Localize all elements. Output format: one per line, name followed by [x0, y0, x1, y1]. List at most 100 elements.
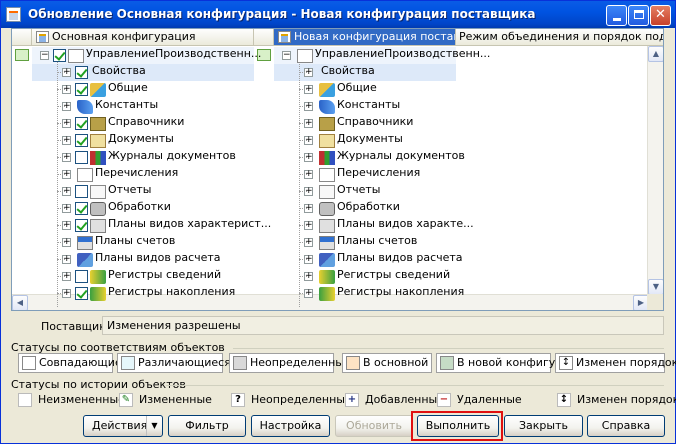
- tree-line: [57, 174, 65, 175]
- info-registers-icon: [90, 270, 106, 284]
- main-config-checkbox[interactable]: [75, 202, 88, 215]
- actions-dropdown-button[interactable]: Действия ▼: [83, 415, 163, 437]
- pencil-icon: ✎: [119, 393, 133, 407]
- match-status-item: Совпадающие: [18, 353, 122, 373]
- main-config-item-label: УправлениеПроизводственн...: [86, 47, 262, 60]
- update-button[interactable]: Обновить: [335, 415, 413, 437]
- new-config-item-label: Общие: [337, 81, 377, 94]
- main-config-checkbox[interactable]: [75, 134, 88, 147]
- main-config-checkbox[interactable]: [75, 270, 88, 283]
- main-config-item-label: Перечисления: [95, 166, 179, 179]
- main-config-checkbox[interactable]: [75, 185, 88, 198]
- close-button[interactable]: Закрыть: [504, 415, 583, 437]
- comparison-tree-grid[interactable]: Основная конфигурация Новая конфигурация…: [11, 28, 664, 311]
- main-config-item-label: Планы счетов: [95, 234, 176, 247]
- tree-line: [299, 106, 307, 107]
- column-merge-mode[interactable]: Режим объединения и порядок подчин: [456, 29, 663, 46]
- new-config-item-label: Отчеты: [337, 183, 381, 196]
- chevron-down-icon: ▼: [146, 416, 162, 436]
- tree-line: [299, 174, 307, 175]
- history-status-label: Измененные: [139, 393, 212, 406]
- close-window-button[interactable]: ✕: [650, 5, 671, 26]
- tree-line: [57, 72, 65, 73]
- tree-line: [57, 106, 65, 107]
- common-icon: [319, 83, 335, 97]
- chart-types-icon: [90, 219, 106, 233]
- highlight-frame: [411, 411, 503, 441]
- enums-icon: [77, 168, 93, 182]
- history-status-label: Добавленные: [365, 393, 444, 406]
- main-config-item-label: Обработки: [108, 200, 171, 213]
- journals-icon: [90, 151, 106, 165]
- help-button[interactable]: Справка: [587, 415, 665, 437]
- main-config-checkbox[interactable]: [75, 151, 88, 164]
- modified-marker-icon: [15, 49, 29, 61]
- calc-types-icon: [77, 253, 93, 267]
- new-config-item-label: Планы видов расчета: [337, 251, 463, 264]
- main-config-item-label: Документы: [108, 132, 174, 145]
- supplier-label: Поставщик:: [41, 320, 110, 333]
- match-status-label: В новой конфигу...: [457, 356, 566, 369]
- filter-button[interactable]: Фильтр: [168, 415, 246, 437]
- accum-registers-icon: [319, 287, 335, 301]
- new-config-item-label: Журналы документов: [337, 149, 465, 162]
- tree-line: [57, 59, 58, 307]
- status-color-swatch: [233, 356, 247, 370]
- tree-line: [299, 72, 307, 73]
- match-status-label: Неопределенные: [250, 356, 351, 369]
- new-config-item-label: Свойства: [321, 64, 375, 77]
- accum-registers-icon: [90, 287, 106, 301]
- main-config-checkbox[interactable]: [75, 83, 88, 96]
- history-status-item: − Удаленные: [437, 390, 522, 410]
- tree-line: [57, 191, 65, 192]
- maximize-button[interactable]: [628, 5, 649, 26]
- tree-line: [299, 59, 300, 307]
- settings-button[interactable]: Настройка: [251, 415, 330, 437]
- history-status-label: Неизмененные: [38, 393, 125, 406]
- reorder-icon: ↕: [557, 393, 571, 407]
- config-icon: [297, 49, 313, 63]
- expand-toggle-icon[interactable]: −: [282, 51, 291, 60]
- main-config-checkbox[interactable]: [53, 49, 66, 62]
- tree-line: [57, 293, 65, 294]
- new-config-item-label: Документы: [337, 132, 403, 145]
- row-marker-header: [12, 29, 32, 46]
- scroll-left-arrow-icon[interactable]: ◀: [12, 295, 28, 310]
- documents-icon: [90, 134, 106, 148]
- main-config-checkbox[interactable]: [75, 117, 88, 130]
- column-main-config[interactable]: Основная конфигурация: [32, 29, 254, 46]
- divider: [166, 385, 664, 386]
- tree-line: [299, 242, 307, 243]
- scroll-down-arrow-icon[interactable]: ▼: [648, 279, 663, 295]
- minimize-button[interactable]: [606, 5, 627, 26]
- main-config-checkbox[interactable]: [75, 219, 88, 232]
- title-bar[interactable]: Обновление Основная конфигурация - Новая…: [1, 1, 675, 28]
- match-status-label: В основной: [363, 356, 429, 369]
- vertical-scrollbar[interactable]: ▲ ▼: [647, 46, 663, 295]
- new-config-item-label: Справочники: [337, 115, 414, 128]
- history-status-label: Изменен порядок: [577, 393, 676, 406]
- match-status-item: Неопределенные: [229, 353, 351, 373]
- row-marker-header-2: [254, 29, 274, 46]
- config-icon: [36, 31, 49, 43]
- tree-line: [57, 242, 65, 243]
- constants-icon: [319, 100, 335, 114]
- main-config-checkbox[interactable]: [75, 287, 88, 300]
- config-icon: [278, 31, 291, 43]
- minus-icon: −: [437, 393, 451, 407]
- expand-toggle-icon[interactable]: −: [40, 51, 49, 60]
- main-config-checkbox[interactable]: [75, 66, 88, 79]
- new-config-item-label: Планы счетов: [337, 234, 418, 247]
- scroll-up-arrow-icon[interactable]: ▲: [648, 46, 663, 62]
- main-config-item-label: Регистры накопления: [108, 285, 236, 298]
- divider: [233, 348, 664, 349]
- history-status-item: + Добавленные: [345, 390, 444, 410]
- match-status-item: В новой конфигу...: [436, 353, 566, 373]
- history-status-label: Неопределенные: [251, 393, 352, 406]
- main-config-item-label: Регистры сведений: [108, 268, 222, 281]
- main-config-item-label: Отчеты: [108, 183, 152, 196]
- reorder-icon: ↕: [559, 356, 573, 370]
- column-new-config[interactable]: Новая конфигурация постав...: [274, 29, 456, 46]
- calc-types-icon: [319, 253, 335, 267]
- tree-line: [57, 140, 65, 141]
